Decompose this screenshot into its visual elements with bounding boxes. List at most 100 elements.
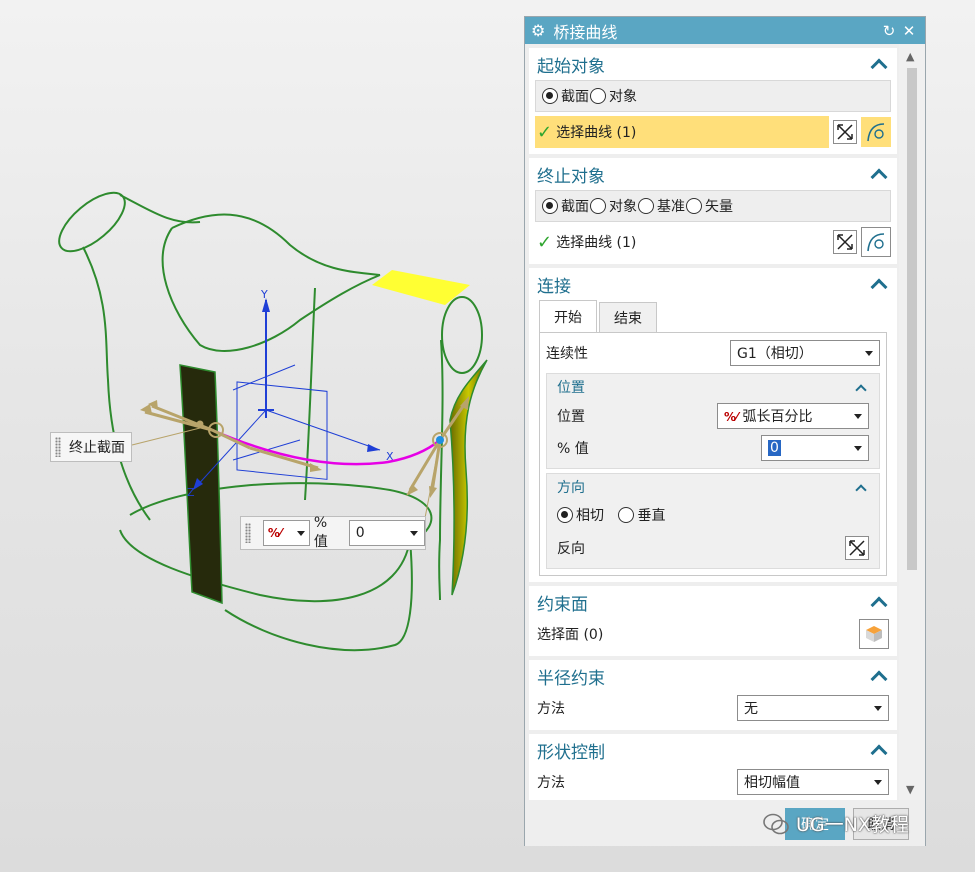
- chevron-up-icon[interactable]: [855, 384, 867, 396]
- shape-method-dropdown[interactable]: 相切幅值: [737, 769, 889, 795]
- end-object-section: 终止对象 截面 对象 基准 矢量 ✓ 选择曲线 (1): [529, 158, 897, 264]
- end-radio-datum[interactable]: 基准: [638, 196, 685, 216]
- chevron-down-icon: [874, 705, 882, 711]
- radius-method-dropdown[interactable]: 无: [737, 695, 889, 721]
- check-icon: ✓: [537, 231, 553, 253]
- connection-tabs: 开始 结束: [539, 300, 887, 332]
- check-icon: ✓: [537, 121, 553, 143]
- position-group: 位置 位置 %⁄ 弧长百分比 % 值 0: [546, 373, 880, 469]
- reverse-arrows-icon: [849, 540, 865, 556]
- chevron-down-icon: [854, 413, 862, 419]
- continuity-dropdown[interactable]: G1（相切）: [730, 340, 880, 366]
- start-object-header[interactable]: 起始对象: [529, 48, 897, 80]
- shape-control-header[interactable]: 形状控制: [529, 734, 897, 766]
- on-screen-percent-input: %⁄ % 值 0: [240, 515, 426, 550]
- end-radio-vector[interactable]: 矢量: [686, 196, 733, 216]
- chevron-down-icon: [410, 530, 418, 536]
- radius-constraint-header[interactable]: 半径约束: [529, 660, 897, 692]
- percent-value-row: % 值 0: [557, 432, 869, 464]
- position-row: 位置 %⁄ 弧长百分比: [557, 400, 869, 432]
- scroll-up-icon[interactable]: ▲: [906, 50, 914, 63]
- start-radio-object[interactable]: 对象: [590, 86, 637, 106]
- position-method-dropdown[interactable]: %⁄ 弧长百分比: [717, 403, 869, 429]
- chevron-down-icon: [874, 779, 882, 785]
- direction-group-header[interactable]: 方向: [557, 474, 869, 500]
- dialog-titlebar[interactable]: ⚙ 桥接曲线 ↻ ✕: [525, 17, 925, 44]
- end-section-tip: 终止截面: [50, 432, 132, 462]
- chevron-up-icon[interactable]: [870, 596, 888, 614]
- direction-group: 方向 相切 垂直 反向: [546, 473, 880, 569]
- y-axis-label: Y: [260, 288, 268, 301]
- gear-icon: ⚙: [531, 21, 546, 40]
- dialog-scrollbar[interactable]: ▲ ▼: [899, 44, 925, 800]
- reverse-direction-button[interactable]: [833, 230, 857, 254]
- end-section-tip-text: 终止截面: [69, 440, 125, 456]
- reverse-direction-button[interactable]: [833, 120, 857, 144]
- end-select-curve[interactable]: ✓ 选择曲线 (1): [535, 226, 829, 258]
- direction-radio-normal[interactable]: 垂直: [618, 505, 665, 525]
- percent-arc-icon: %⁄: [267, 526, 282, 540]
- scroll-down-icon[interactable]: ▼: [906, 783, 914, 796]
- start-radio-section[interactable]: 截面: [542, 86, 589, 106]
- direction-options-row: 相切 垂直: [557, 500, 869, 532]
- constraint-face-header[interactable]: 约束面: [529, 586, 897, 618]
- chevron-up-icon[interactable]: [870, 670, 888, 688]
- radius-constraint-section: 半径约束 方法 无: [529, 660, 897, 730]
- start-object-type: 截面 对象: [535, 80, 891, 112]
- end-object-header[interactable]: 终止对象: [529, 158, 897, 190]
- close-icon[interactable]: ✕: [899, 22, 919, 40]
- curve-select-button[interactable]: [861, 227, 891, 257]
- end-radio-object[interactable]: 对象: [590, 196, 637, 216]
- curve-icon: [867, 233, 885, 252]
- position-group-header[interactable]: 位置: [557, 374, 869, 400]
- face-select-button[interactable]: [859, 619, 889, 649]
- face-icon: [866, 626, 882, 642]
- percent-value-field[interactable]: 0: [348, 520, 425, 546]
- connection-tab-body: 连续性 G1（相切） 位置 位置 %⁄ 弧长百分比 % 值 0 方向 相切 垂直…: [539, 332, 887, 576]
- percent-mode-dropdown[interactable]: %⁄: [262, 520, 310, 546]
- drag-grip-icon[interactable]: [245, 523, 251, 543]
- watermark-text: UG一NX教程: [796, 814, 909, 836]
- reverse-arrows-icon: [837, 124, 853, 140]
- watermark: UG一NX教程: [762, 810, 909, 837]
- percent-arc-icon: %⁄: [724, 410, 739, 424]
- dialog-body: 起始对象 截面 对象 ✓ 选择曲线 (1) 终止对象 截面 对象 基准 矢量 ✓…: [525, 44, 899, 800]
- chevron-up-icon[interactable]: [870, 168, 888, 186]
- reverse-direction-button[interactable]: [845, 536, 869, 560]
- end-radio-section[interactable]: 截面: [542, 196, 589, 216]
- bridge-curve-dialog: ⚙ 桥接曲线 ↻ ✕ 起始对象 截面 对象 ✓ 选择曲线 (1) 终止对象 截面…: [524, 16, 926, 846]
- percent-value-input[interactable]: 0: [761, 435, 869, 461]
- curve-icon: [867, 123, 885, 142]
- chevron-up-icon[interactable]: [855, 484, 867, 496]
- tab-end[interactable]: 结束: [599, 302, 657, 332]
- connection-header[interactable]: 连接: [529, 268, 897, 300]
- connection-section: 连接 开始 结束 连续性 G1（相切） 位置 位置 %⁄ 弧长百分比 % 值 0…: [529, 268, 897, 582]
- drag-grip-icon[interactable]: [55, 437, 61, 457]
- scrollbar-thumb[interactable]: [907, 68, 917, 570]
- start-select-curve[interactable]: ✓ 选择曲线 (1): [535, 116, 829, 148]
- wechat-icon: [763, 813, 789, 834]
- reverse-row: 反向: [557, 532, 869, 564]
- end-select-row: ✓ 选择曲线 (1): [535, 226, 891, 258]
- chevron-up-icon[interactable]: [870, 278, 888, 296]
- chevron-up-icon[interactable]: [870, 58, 888, 76]
- start-object-section: 起始对象 截面 对象 ✓ 选择曲线 (1): [529, 48, 897, 154]
- constraint-face-section: 约束面 选择面 (0): [529, 586, 897, 656]
- tab-start[interactable]: 开始: [539, 300, 597, 332]
- shape-method-row: 方法 相切幅值: [529, 766, 897, 798]
- chevron-up-icon[interactable]: [870, 744, 888, 762]
- start-select-row: ✓ 选择曲线 (1): [535, 116, 891, 148]
- shape-control-section: 形状控制 方法 相切幅值: [529, 734, 897, 800]
- continuity-row: 连续性 G1（相切）: [546, 337, 880, 369]
- chevron-down-icon: [296, 530, 305, 536]
- select-face-row: 选择面 (0): [529, 618, 897, 650]
- curve-select-button[interactable]: [861, 117, 891, 147]
- direction-radio-tangent[interactable]: 相切: [557, 505, 604, 525]
- radius-method-row: 方法 无: [529, 692, 897, 724]
- end-object-type: 截面 对象 基准 矢量: [535, 190, 891, 222]
- reset-icon[interactable]: ↻: [879, 22, 899, 40]
- chevron-down-icon: [865, 350, 873, 356]
- reverse-arrows-icon: [837, 234, 853, 250]
- chevron-down-icon: [854, 445, 862, 451]
- z-axis-label: Z: [187, 486, 195, 499]
